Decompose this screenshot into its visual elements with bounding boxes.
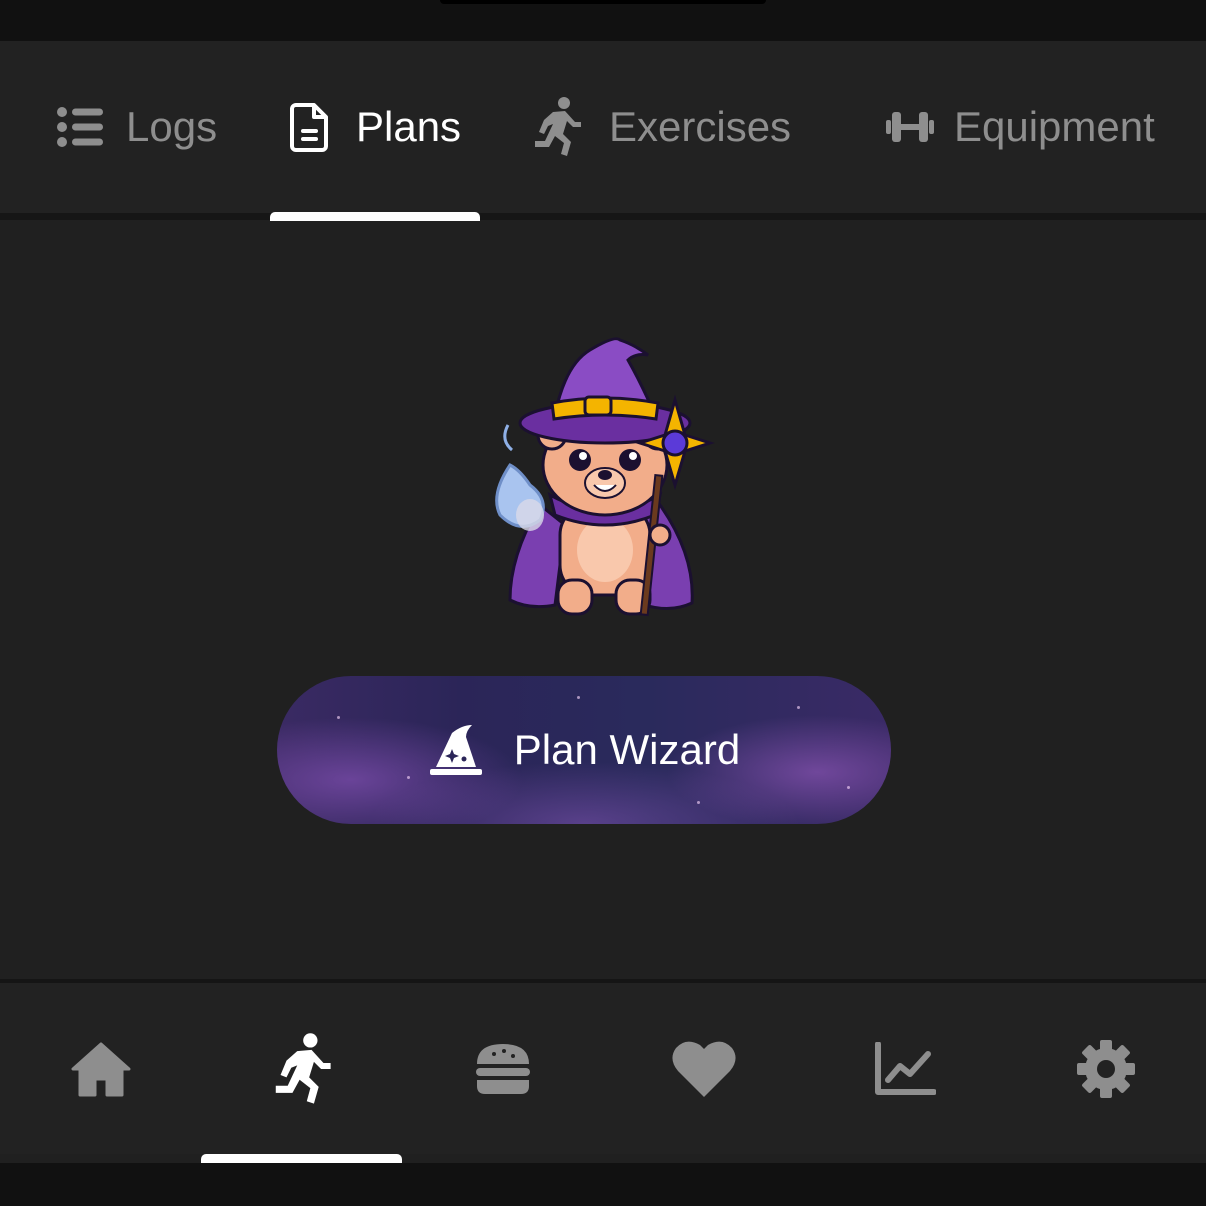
top-tab-bar: Logs Plans Exercises Equipment [0,41,1206,213]
heart-icon [671,1041,736,1097]
active-tab-indicator [270,212,480,221]
plan-wizard-button[interactable]: Plan Wizard [277,676,891,824]
tab-equipment[interactable]: Equipment [886,41,1155,213]
gear-icon [1076,1039,1135,1098]
nav-home[interactable] [0,983,201,1154]
nav-nutrition[interactable] [402,983,603,1154]
tabs-divider [0,213,1206,220]
nav-workout[interactable] [201,983,402,1154]
plan-wizard-label: Plan Wizard [513,726,741,773]
active-nav-indicator [201,1154,402,1163]
tab-exercises-label: Exercises [609,103,792,150]
wizard-bear-mascot [495,337,715,617]
nav-health[interactable] [603,983,804,1154]
tab-logs-label: Logs [126,103,218,150]
wizard-hat-icon [429,725,482,775]
tab-plans[interactable]: Plans [290,41,461,213]
bottom-nav-bar [0,983,1206,1154]
home-icon [71,1042,130,1096]
nav-progress[interactable] [804,983,1005,1154]
dumbbell-icon [886,112,934,142]
device-notch [440,0,766,4]
tab-equipment-label: Equipment [954,103,1155,150]
running-icon [275,1032,331,1104]
document-icon [290,103,328,152]
tab-exercises[interactable]: Exercises [531,41,791,213]
status-bar [0,0,1206,41]
tab-logs[interactable]: Logs [56,41,217,213]
home-indicator-area [0,1163,1206,1206]
burger-icon [475,1043,530,1094]
nav-settings[interactable] [1005,983,1206,1154]
running-icon [535,97,581,156]
chart-line-icon [874,1041,936,1095]
list-icon [57,107,103,147]
tab-plans-label: Plans [356,103,462,150]
